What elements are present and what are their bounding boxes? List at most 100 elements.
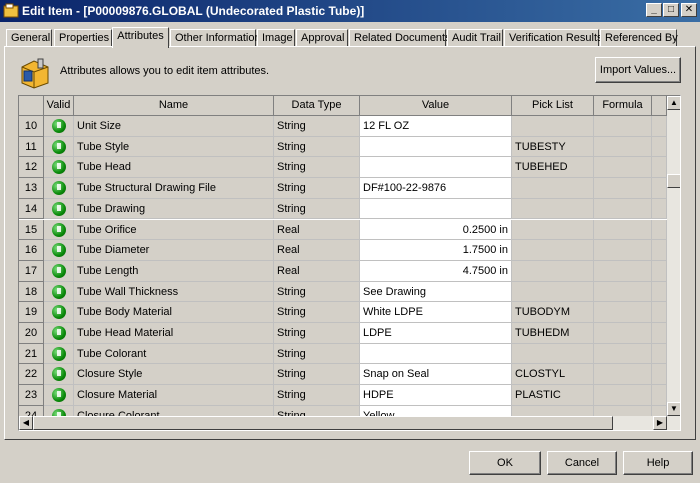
- value-cell[interactable]: HDPE: [360, 385, 512, 406]
- tab-approval[interactable]: Approval: [296, 29, 348, 47]
- tab-related-documents[interactable]: Related Documents: [349, 29, 451, 47]
- horizontal-scrollbar[interactable]: ◀ ▶: [19, 416, 680, 430]
- formula-cell[interactable]: [594, 343, 652, 365]
- formula-cell[interactable]: [594, 136, 652, 158]
- row-number[interactable]: 19: [19, 302, 44, 323]
- row-number[interactable]: 21: [19, 343, 44, 365]
- cancel-button[interactable]: Cancel: [547, 451, 617, 475]
- formula-cell[interactable]: [594, 385, 652, 406]
- table-row[interactable]: 11 Tube Style String TUBESTY: [19, 136, 667, 158]
- close-button[interactable]: ✕: [681, 3, 697, 17]
- tab-audit-trail[interactable]: Audit Trail: [447, 29, 503, 47]
- tab-verification-results[interactable]: Verification Results: [504, 29, 603, 47]
- vertical-scroll-thumb[interactable]: [667, 174, 680, 188]
- scroll-down-button[interactable]: ▼: [667, 402, 680, 416]
- row-number[interactable]: 14: [19, 198, 44, 220]
- formula-cell[interactable]: [594, 116, 652, 137]
- formula-cell[interactable]: [594, 157, 652, 179]
- tab-attributes[interactable]: Attributes: [112, 27, 169, 48]
- import-values-button[interactable]: Import Values...: [595, 57, 681, 83]
- pick-list-cell[interactable]: [512, 219, 594, 241]
- header-pick-list[interactable]: Pick List: [512, 96, 594, 116]
- pick-list-cell[interactable]: [512, 281, 594, 303]
- row-number[interactable]: 22: [19, 364, 44, 386]
- table-row[interactable]: 17 Tube Length Real 4.7500 in: [19, 260, 667, 282]
- pick-list-cell[interactable]: [512, 198, 594, 220]
- header-value[interactable]: Value: [360, 96, 512, 116]
- table-row[interactable]: 16 Tube Diameter Real 1.7500 in: [19, 240, 667, 261]
- scroll-left-button[interactable]: ◀: [19, 416, 33, 430]
- formula-cell[interactable]: [594, 323, 652, 344]
- row-number[interactable]: 15: [19, 219, 44, 241]
- vertical-scrollbar[interactable]: ▲ ▼: [667, 96, 680, 416]
- pick-list-cell[interactable]: [512, 116, 594, 137]
- row-number[interactable]: 18: [19, 281, 44, 303]
- header-formula[interactable]: Formula: [594, 96, 652, 116]
- help-button[interactable]: Help: [623, 451, 693, 475]
- header-data-type[interactable]: Data Type: [274, 96, 360, 116]
- table-row[interactable]: 19 Tube Body Material String White LDPE TUBO…: [19, 302, 667, 323]
- pick-list-cell[interactable]: [512, 178, 594, 199]
- row-number[interactable]: 12: [19, 157, 44, 179]
- value-cell[interactable]: DF#100-22-9876: [360, 178, 512, 199]
- scroll-up-button[interactable]: ▲: [667, 96, 680, 110]
- tab-other-information[interactable]: Other Information: [170, 29, 261, 47]
- formula-cell[interactable]: [594, 364, 652, 386]
- value-cell[interactable]: 1.7500 in: [360, 240, 512, 261]
- row-number[interactable]: 11: [19, 136, 44, 158]
- value-cell[interactable]: LDPE: [360, 323, 512, 344]
- row-number[interactable]: 17: [19, 260, 44, 282]
- value-cell[interactable]: See Drawing: [360, 281, 512, 303]
- formula-cell[interactable]: [594, 219, 652, 241]
- pick-list-cell[interactable]: PLASTIC: [512, 385, 594, 406]
- table-row[interactable]: 13 Tube Structural Drawing File String DF#1…: [19, 178, 667, 199]
- pick-list-cell[interactable]: CLOSTYL: [512, 364, 594, 386]
- table-row[interactable]: 23 Closure Material String HDPE PLASTIC: [19, 385, 667, 406]
- value-cell[interactable]: 12 FL OZ: [360, 116, 512, 137]
- formula-cell[interactable]: [594, 260, 652, 282]
- row-number[interactable]: 10: [19, 116, 44, 137]
- formula-cell[interactable]: [594, 240, 652, 261]
- formula-cell[interactable]: [594, 178, 652, 199]
- row-number[interactable]: 23: [19, 385, 44, 406]
- ok-button[interactable]: OK: [469, 451, 541, 475]
- value-cell[interactable]: White LDPE: [360, 302, 512, 323]
- value-cell[interactable]: [360, 136, 512, 158]
- table-row[interactable]: 12 Tube Head String TUBEHED: [19, 157, 667, 179]
- row-number[interactable]: 20: [19, 323, 44, 344]
- pick-list-cell[interactable]: TUBODYM: [512, 302, 594, 323]
- header-name[interactable]: Name: [74, 96, 274, 116]
- table-row[interactable]: 20 Tube Head Material String LDPE TUBHEDM: [19, 323, 667, 344]
- value-cell[interactable]: 4.7500 in: [360, 260, 512, 282]
- pick-list-cell[interactable]: [512, 240, 594, 261]
- table-row[interactable]: 21 Tube Colorant String: [19, 343, 667, 365]
- formula-cell[interactable]: [594, 302, 652, 323]
- value-cell[interactable]: 0.2500 in: [360, 219, 512, 241]
- value-cell[interactable]: [360, 343, 512, 365]
- pick-list-cell[interactable]: [512, 260, 594, 282]
- tab-general[interactable]: General: [6, 29, 52, 47]
- table-row[interactable]: 18 Tube Wall Thickness String See Drawing: [19, 281, 667, 303]
- tab-properties[interactable]: Properties: [54, 29, 112, 47]
- header-valid[interactable]: Valid: [44, 96, 74, 116]
- title-bar[interactable]: Edit Item - [P00009876.GLOBAL (Undecorat…: [0, 0, 700, 22]
- pick-list-cell[interactable]: TUBHEDM: [512, 323, 594, 344]
- maximize-button[interactable]: □: [663, 3, 679, 17]
- table-row[interactable]: 14 Tube Drawing String: [19, 198, 667, 220]
- scroll-right-button[interactable]: ▶: [653, 416, 667, 430]
- minimize-button[interactable]: _: [646, 3, 662, 17]
- value-cell[interactable]: Snap on Seal: [360, 364, 512, 386]
- value-cell[interactable]: [360, 198, 512, 220]
- tab-image[interactable]: Image: [257, 29, 295, 47]
- table-row[interactable]: 22 Closure Style String Snap on Seal CLOSTYL: [19, 364, 667, 386]
- tab-referenced-by[interactable]: Referenced By: [600, 29, 678, 47]
- row-number[interactable]: 13: [19, 178, 44, 199]
- formula-cell[interactable]: [594, 198, 652, 220]
- pick-list-cell[interactable]: [512, 343, 594, 365]
- horizontal-scroll-thumb[interactable]: [33, 416, 613, 430]
- formula-cell[interactable]: [594, 281, 652, 303]
- table-row[interactable]: 15 Tube Orifice Real 0.2500 in: [19, 219, 667, 241]
- pick-list-cell[interactable]: TUBESTY: [512, 136, 594, 158]
- value-cell[interactable]: [360, 157, 512, 179]
- table-row[interactable]: 10 Unit Size String 12 FL OZ: [19, 116, 667, 137]
